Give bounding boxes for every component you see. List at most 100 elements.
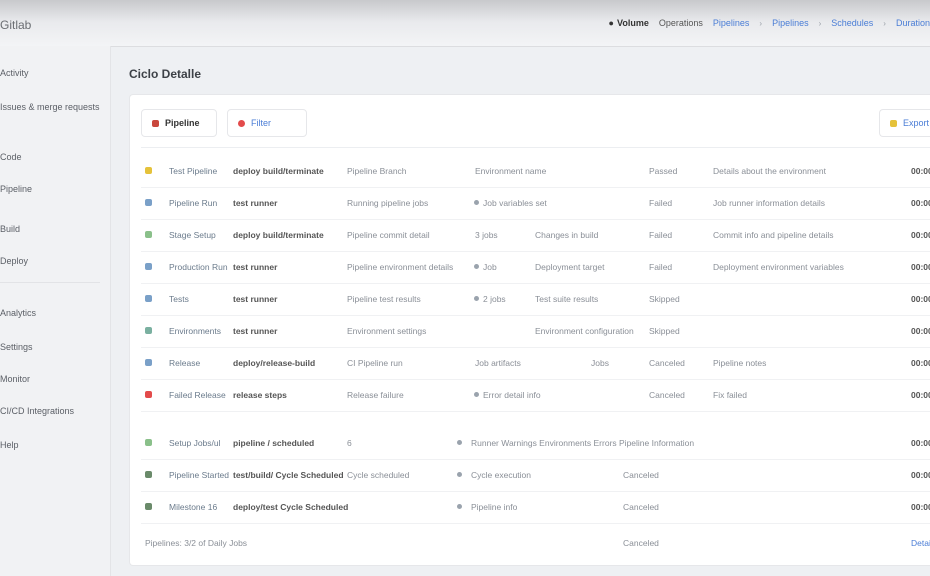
pipeline-name[interactable]: Production Run: [169, 262, 228, 272]
duration-cell: 00:00: [911, 198, 930, 208]
table-row[interactable]: Tests test runner Pipeline test results …: [141, 283, 930, 316]
export-button-label: Export: [902, 118, 929, 128]
warning-icon: [457, 440, 462, 445]
duration-cell: 00:00: [911, 230, 930, 240]
cell: Cycle scheduled: [347, 470, 410, 480]
pipeline-name[interactable]: Tests: [169, 294, 189, 304]
duration-cell: 00:00: [911, 294, 930, 304]
sidebar-item-settings[interactable]: Settings: [0, 342, 33, 352]
pipeline-button[interactable]: Pipeline: [141, 109, 217, 137]
cell: Job variables set: [483, 198, 547, 208]
status-cell: Skipped: [649, 294, 680, 304]
duration-cell: 00:00: [911, 470, 930, 480]
table-row[interactable]: Setup Jobs/ul pipeline / scheduled 6 Run…: [141, 427, 930, 460]
volume-indicator[interactable]: ● Volume: [609, 18, 649, 28]
pipeline-name[interactable]: Failed Release: [169, 390, 226, 400]
job-icon: [457, 472, 462, 477]
status-cell: Skipped: [649, 326, 680, 336]
sidebar-item-build[interactable]: Build: [0, 224, 20, 234]
cell: Changes in build: [535, 230, 599, 240]
footer-details-link[interactable]: Details: [911, 538, 930, 548]
pipeline-name[interactable]: Pipeline Run: [169, 198, 217, 208]
duration-cell: 00:00: [911, 326, 930, 336]
duration-cell: 00:00: [911, 438, 930, 448]
status-icon: [145, 439, 152, 446]
table-row[interactable]: Environments test runner Environment set…: [141, 315, 930, 348]
sidebar-item-issues[interactable]: Issues & merge requests: [0, 102, 100, 112]
pipeline-name[interactable]: Test Pipeline: [169, 166, 217, 176]
table-row[interactable]: Stage Setup deploy build/terminate Pipel…: [141, 219, 930, 252]
pipeline-name[interactable]: Setup Jobs/ul: [169, 438, 221, 448]
cell: Job: [483, 262, 497, 272]
cell: Cycle execution: [471, 470, 532, 480]
cell: Pipeline test results: [347, 294, 421, 304]
filter-icon: [238, 119, 245, 127]
sidebar-item-deploy[interactable]: Deploy: [0, 256, 28, 266]
pipelines-link-1[interactable]: Pipelines: [713, 18, 750, 28]
cell: 3 jobs: [475, 230, 498, 240]
sidebar-item-monitor[interactable]: Monitor: [0, 374, 30, 384]
status-cell: Canceled: [649, 390, 685, 400]
status-cell: Failed: [649, 198, 673, 208]
cell: Commit info and pipeline details: [713, 230, 834, 240]
cell: Fix failed: [713, 390, 748, 400]
sidebar-divider: [0, 282, 100, 283]
brand-logo-text[interactable]: Gitlab: [0, 18, 31, 32]
duration-link[interactable]: Duration: [896, 18, 930, 28]
job-icon: [457, 504, 462, 509]
schedules-link[interactable]: Schedules: [831, 18, 873, 28]
cell: Release failure: [347, 390, 404, 400]
chevron-right-icon: ›: [883, 18, 886, 28]
table-row[interactable]: Production Run test runner Pipeline envi…: [141, 251, 930, 284]
table-footer: Pipelines: 3/2 of Daily Jobs Canceled De…: [141, 527, 930, 559]
sidebar-item-code[interactable]: Code: [0, 152, 22, 162]
table-row[interactable]: Milestone 16 deploy/test Cycle Scheduled…: [141, 491, 930, 524]
toolbar: Pipeline Filter Export: [141, 103, 930, 148]
stage-cell: test runner: [233, 294, 278, 304]
status-icon: [145, 295, 152, 302]
pipeline-name[interactable]: Pipeline Started: [169, 470, 229, 480]
filter-button-label: Filter: [251, 118, 271, 128]
cell: Deployment environment variables: [713, 262, 844, 272]
status-cell: Canceled: [623, 502, 659, 512]
cell: Pipeline notes: [713, 358, 767, 368]
cell: Pipeline environment details: [347, 262, 454, 272]
stage-cell: deploy/test Cycle Scheduled: [233, 502, 349, 512]
stage-cell: test runner: [233, 198, 278, 208]
cell: 2 jobs: [483, 294, 506, 304]
stage-cell: test/build/ Cycle Scheduled: [233, 470, 344, 480]
sidebar-item-pipeline[interactable]: Pipeline: [0, 184, 32, 194]
stage-cell: deploy build/terminate: [233, 230, 324, 240]
dot-icon: ●: [608, 18, 614, 28]
status-cell: Canceled: [649, 358, 685, 368]
pipeline-name[interactable]: Release: [169, 358, 200, 368]
table-row[interactable]: Pipeline Started test/build/ Cycle Sched…: [141, 459, 930, 492]
status-icon: [145, 199, 152, 206]
table-row[interactable]: Failed Release release steps Release fai…: [141, 379, 930, 412]
footer-summary: Pipelines: 3/2 of Daily Jobs: [145, 538, 248, 548]
table-row[interactable]: Test Pipeline deploy build/terminate Pip…: [141, 155, 930, 188]
job-icon: [474, 264, 479, 269]
sidebar-item-analytics[interactable]: Analytics: [0, 308, 36, 318]
status-icon: [145, 231, 152, 238]
sidebar-item-ci-integrations[interactable]: CI/CD Integrations: [0, 406, 74, 416]
operations-link[interactable]: Operations: [659, 18, 703, 28]
table-row[interactable]: Pipeline Run test runner Running pipelin…: [141, 187, 930, 220]
filter-button[interactable]: Filter: [227, 109, 307, 137]
job-icon: [474, 200, 479, 205]
pipeline-name[interactable]: Environments: [169, 326, 221, 336]
cell: Job runner information details: [713, 198, 825, 208]
export-button[interactable]: Export: [879, 109, 930, 137]
chevron-right-icon: ›: [818, 18, 822, 28]
sidebar-item-help[interactable]: Help: [0, 440, 19, 450]
pipeline-name[interactable]: Milestone 16: [169, 502, 217, 512]
pipeline-name[interactable]: Stage Setup: [169, 230, 216, 240]
sidebar-item-activity[interactable]: Activity: [0, 68, 29, 78]
chevron-right-icon: ›: [759, 18, 763, 28]
status-cell: Canceled: [623, 470, 659, 480]
volume-label: Volume: [616, 18, 649, 28]
pipelines-link-2[interactable]: Pipelines: [772, 18, 809, 28]
job-icon: [474, 296, 479, 301]
stage-cell: release steps: [233, 390, 287, 400]
table-row[interactable]: Release deploy/release-build CI Pipeline…: [141, 347, 930, 380]
